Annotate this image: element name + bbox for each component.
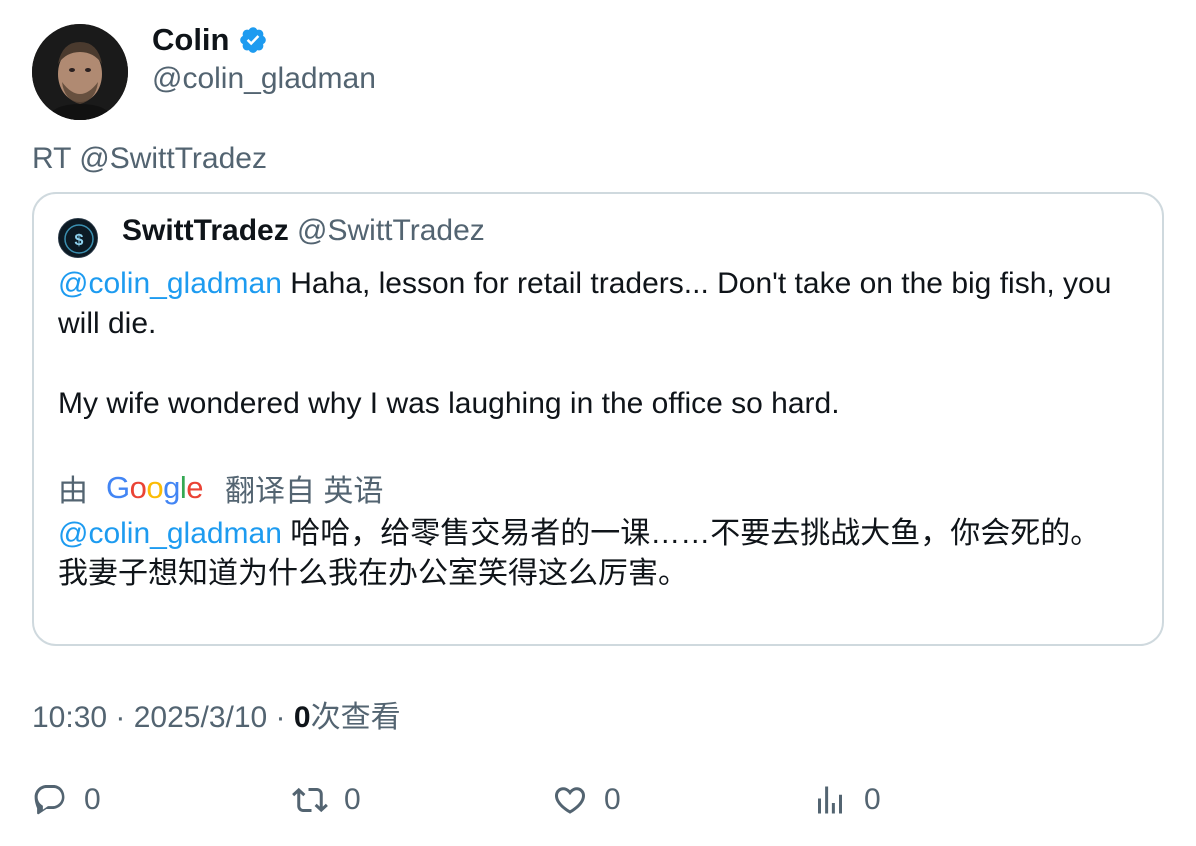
like-count: 0 [604, 783, 621, 816]
author-avatar[interactable] [32, 24, 128, 120]
translate-suffix: 翻译自 英语 [225, 475, 384, 508]
views-button[interactable]: 0 [812, 780, 881, 820]
translate-prefix: 由 [58, 475, 88, 508]
tweet-time[interactable]: 10:30 [32, 701, 107, 734]
quoted-author-name[interactable]: SwittTradez [122, 214, 289, 247]
retweet-button[interactable]: 0 [292, 780, 361, 820]
quoted-para-2: My wife wondered why I was laughing in t… [58, 387, 840, 420]
translated-text: @colin_gladman 哈哈，给零售交易者的一课……不要去挑战大鱼，你会死… [58, 514, 1138, 594]
google-logo-icon: Google [106, 470, 204, 505]
quoted-tweet-card[interactable]: $ SwittTradez @SwittTradez @colin_gladma… [32, 192, 1164, 646]
quoted-para-1: @colin_gladman Haha, lesson for retail t… [58, 264, 1138, 344]
quoted-author-avatar[interactable]: $ [58, 218, 98, 258]
reply-icon [34, 785, 65, 815]
reply-button[interactable]: 0 [32, 780, 101, 820]
translate-attribution[interactable]: 由 Google 翻译自 英语 [58, 466, 383, 510]
author-name-row[interactable]: Colin [152, 22, 268, 58]
meta-separator-2: · [267, 701, 294, 734]
reply-count: 0 [84, 783, 101, 816]
views-count: 0 [864, 783, 881, 816]
retweet-line: RT @SwittTradez [32, 142, 267, 175]
quoted-avatar-image: $ [59, 219, 97, 257]
quoted-header: SwittTradez @SwittTradez [122, 214, 485, 248]
tweet-meta: 10:30 · 2025/3/10 · 0次查看 [32, 692, 401, 736]
retweet-icon [292, 787, 328, 813]
author-handle[interactable]: @colin_gladman [152, 62, 376, 96]
verified-badge-icon [239, 27, 266, 53]
views-chart-icon [818, 786, 842, 814]
tweet-date[interactable]: 2025/3/10 [134, 701, 267, 734]
svg-text:$: $ [75, 232, 84, 249]
meta-separator-1: · [107, 701, 134, 734]
author-avatar-image [32, 24, 128, 120]
heart-icon [554, 787, 586, 814]
views-label: 次查看 [310, 701, 401, 734]
translated-mention-link[interactable]: @colin_gladman [58, 517, 282, 550]
retweet-count: 0 [344, 783, 361, 816]
like-button[interactable]: 0 [552, 780, 621, 820]
quoted-author-handle[interactable]: @SwittTradez [297, 214, 485, 247]
author-name[interactable]: Colin [152, 22, 230, 58]
quoted-tweet-text: @colin_gladman Haha, lesson for retail t… [58, 264, 1138, 424]
mention-link[interactable]: @colin_gladman [58, 267, 282, 300]
views-count-text: 0 [293, 701, 311, 734]
tweet-page: Colin @colin_gladman RT @SwittTradez $ S… [0, 0, 1196, 846]
